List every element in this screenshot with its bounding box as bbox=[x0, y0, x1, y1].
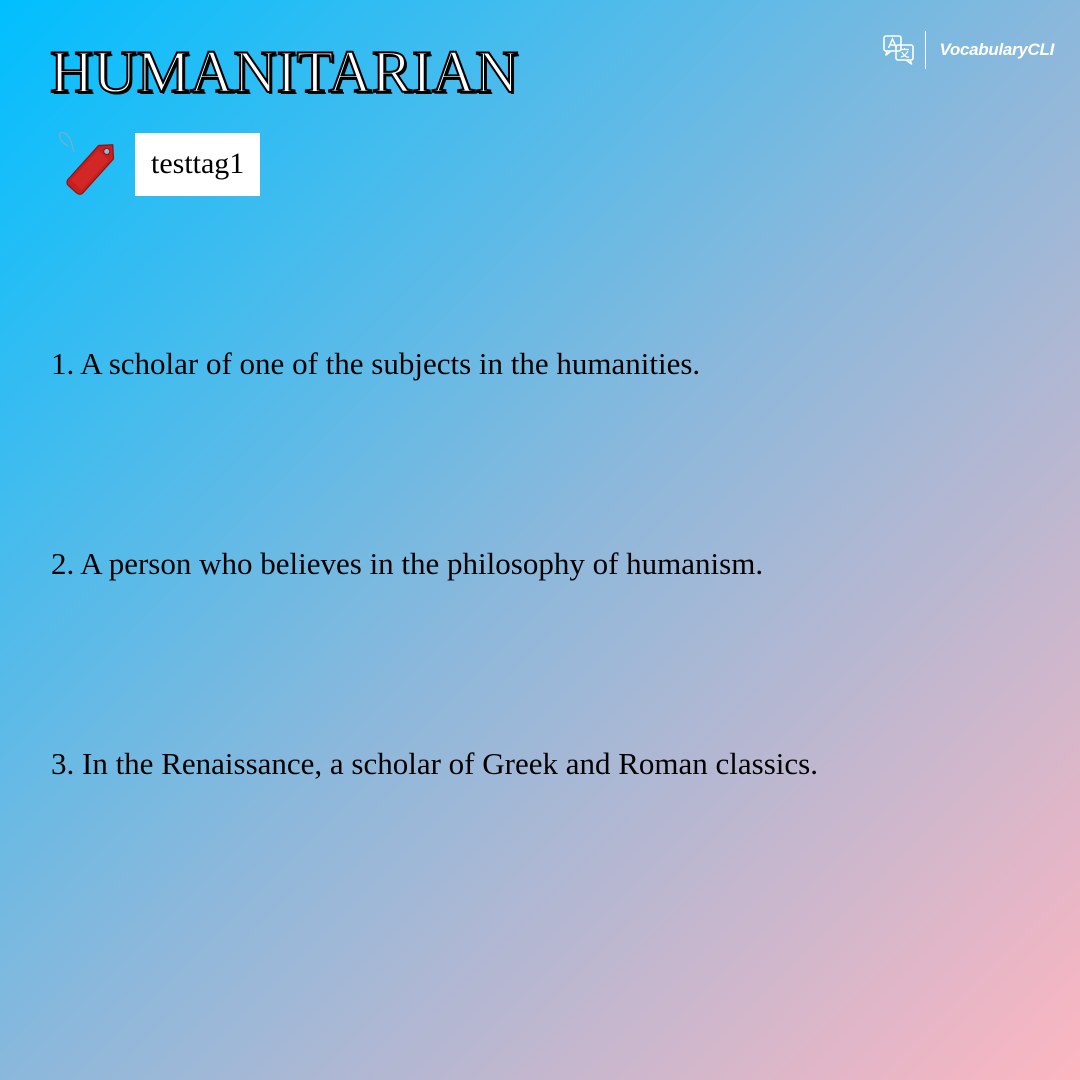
tag-row: testtag1 bbox=[54, 130, 261, 198]
brand-divider bbox=[925, 31, 927, 69]
definition-item: 3. In the Renaissance, a scholar of Gree… bbox=[51, 746, 818, 781]
price-tag-icon bbox=[58, 131, 115, 195]
translate-icon bbox=[883, 35, 915, 65]
tag-label[interactable]: testtag1 bbox=[135, 132, 261, 196]
word-title: HUMANITARIAN bbox=[49, 39, 519, 105]
brand-logo: VocabularyCLI bbox=[882, 30, 1054, 70]
vocabulary-card: HUMANITARIAN VocabularyCLI testtag1 1. A… bbox=[0, 0, 1080, 1080]
brand-name: VocabularyCLI bbox=[939, 40, 1054, 59]
definition-item: 1. A scholar of one of the subjects in t… bbox=[51, 346, 701, 381]
definition-item: 2. A person who believes in the philosop… bbox=[51, 546, 764, 581]
